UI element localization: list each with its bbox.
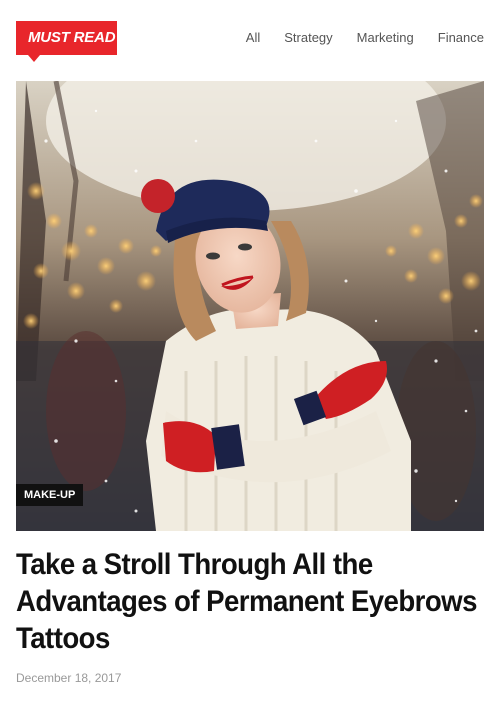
- category-filter-tabs: All Strategy Marketing Finance: [222, 30, 484, 45]
- must-read-widget: MUST READ All Strategy Marketing Finance: [0, 0, 500, 712]
- post-featured-image[interactable]: [16, 81, 484, 531]
- post-category-tag[interactable]: MAKE-UP: [16, 484, 84, 506]
- post-date: December 18, 2017: [16, 671, 122, 685]
- must-read-badge: MUST READ: [16, 21, 117, 62]
- post-title[interactable]: Take a Stroll Through All the Advantages…: [16, 546, 483, 657]
- filter-tab-marketing[interactable]: Marketing: [357, 30, 414, 45]
- filter-tab-all[interactable]: All: [246, 30, 260, 45]
- filter-tab-strategy[interactable]: Strategy: [284, 30, 332, 45]
- filter-tab-finance[interactable]: Finance: [438, 30, 484, 45]
- photo-woman-winter-icon: [16, 81, 484, 531]
